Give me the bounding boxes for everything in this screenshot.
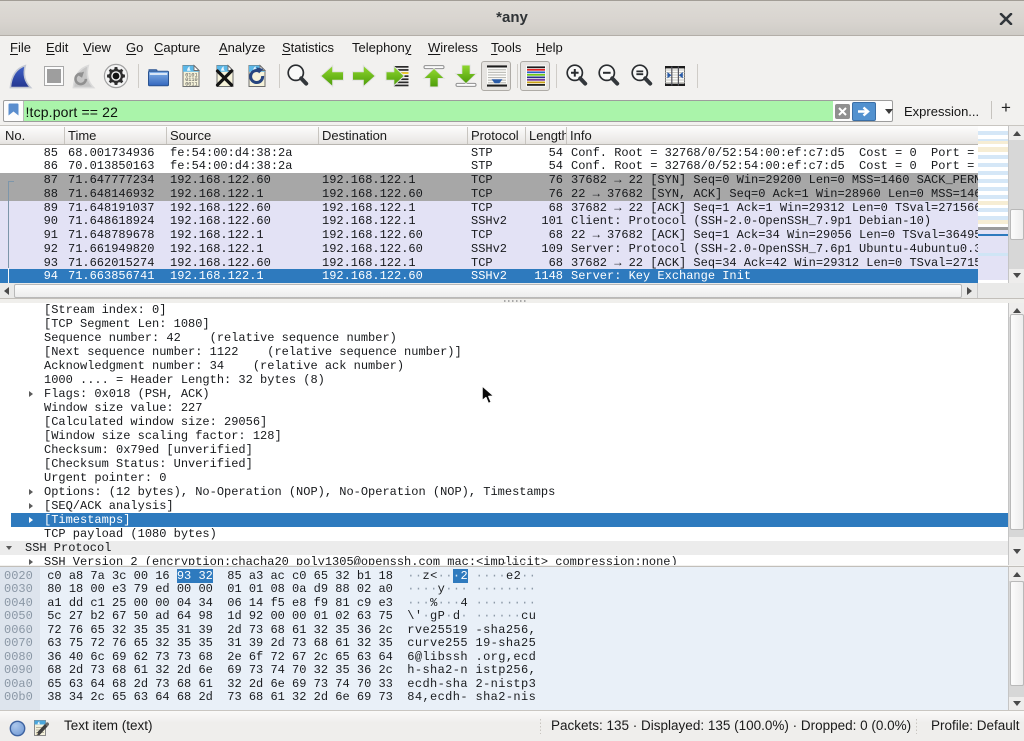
svg-text:0011: 0011	[185, 82, 197, 88]
